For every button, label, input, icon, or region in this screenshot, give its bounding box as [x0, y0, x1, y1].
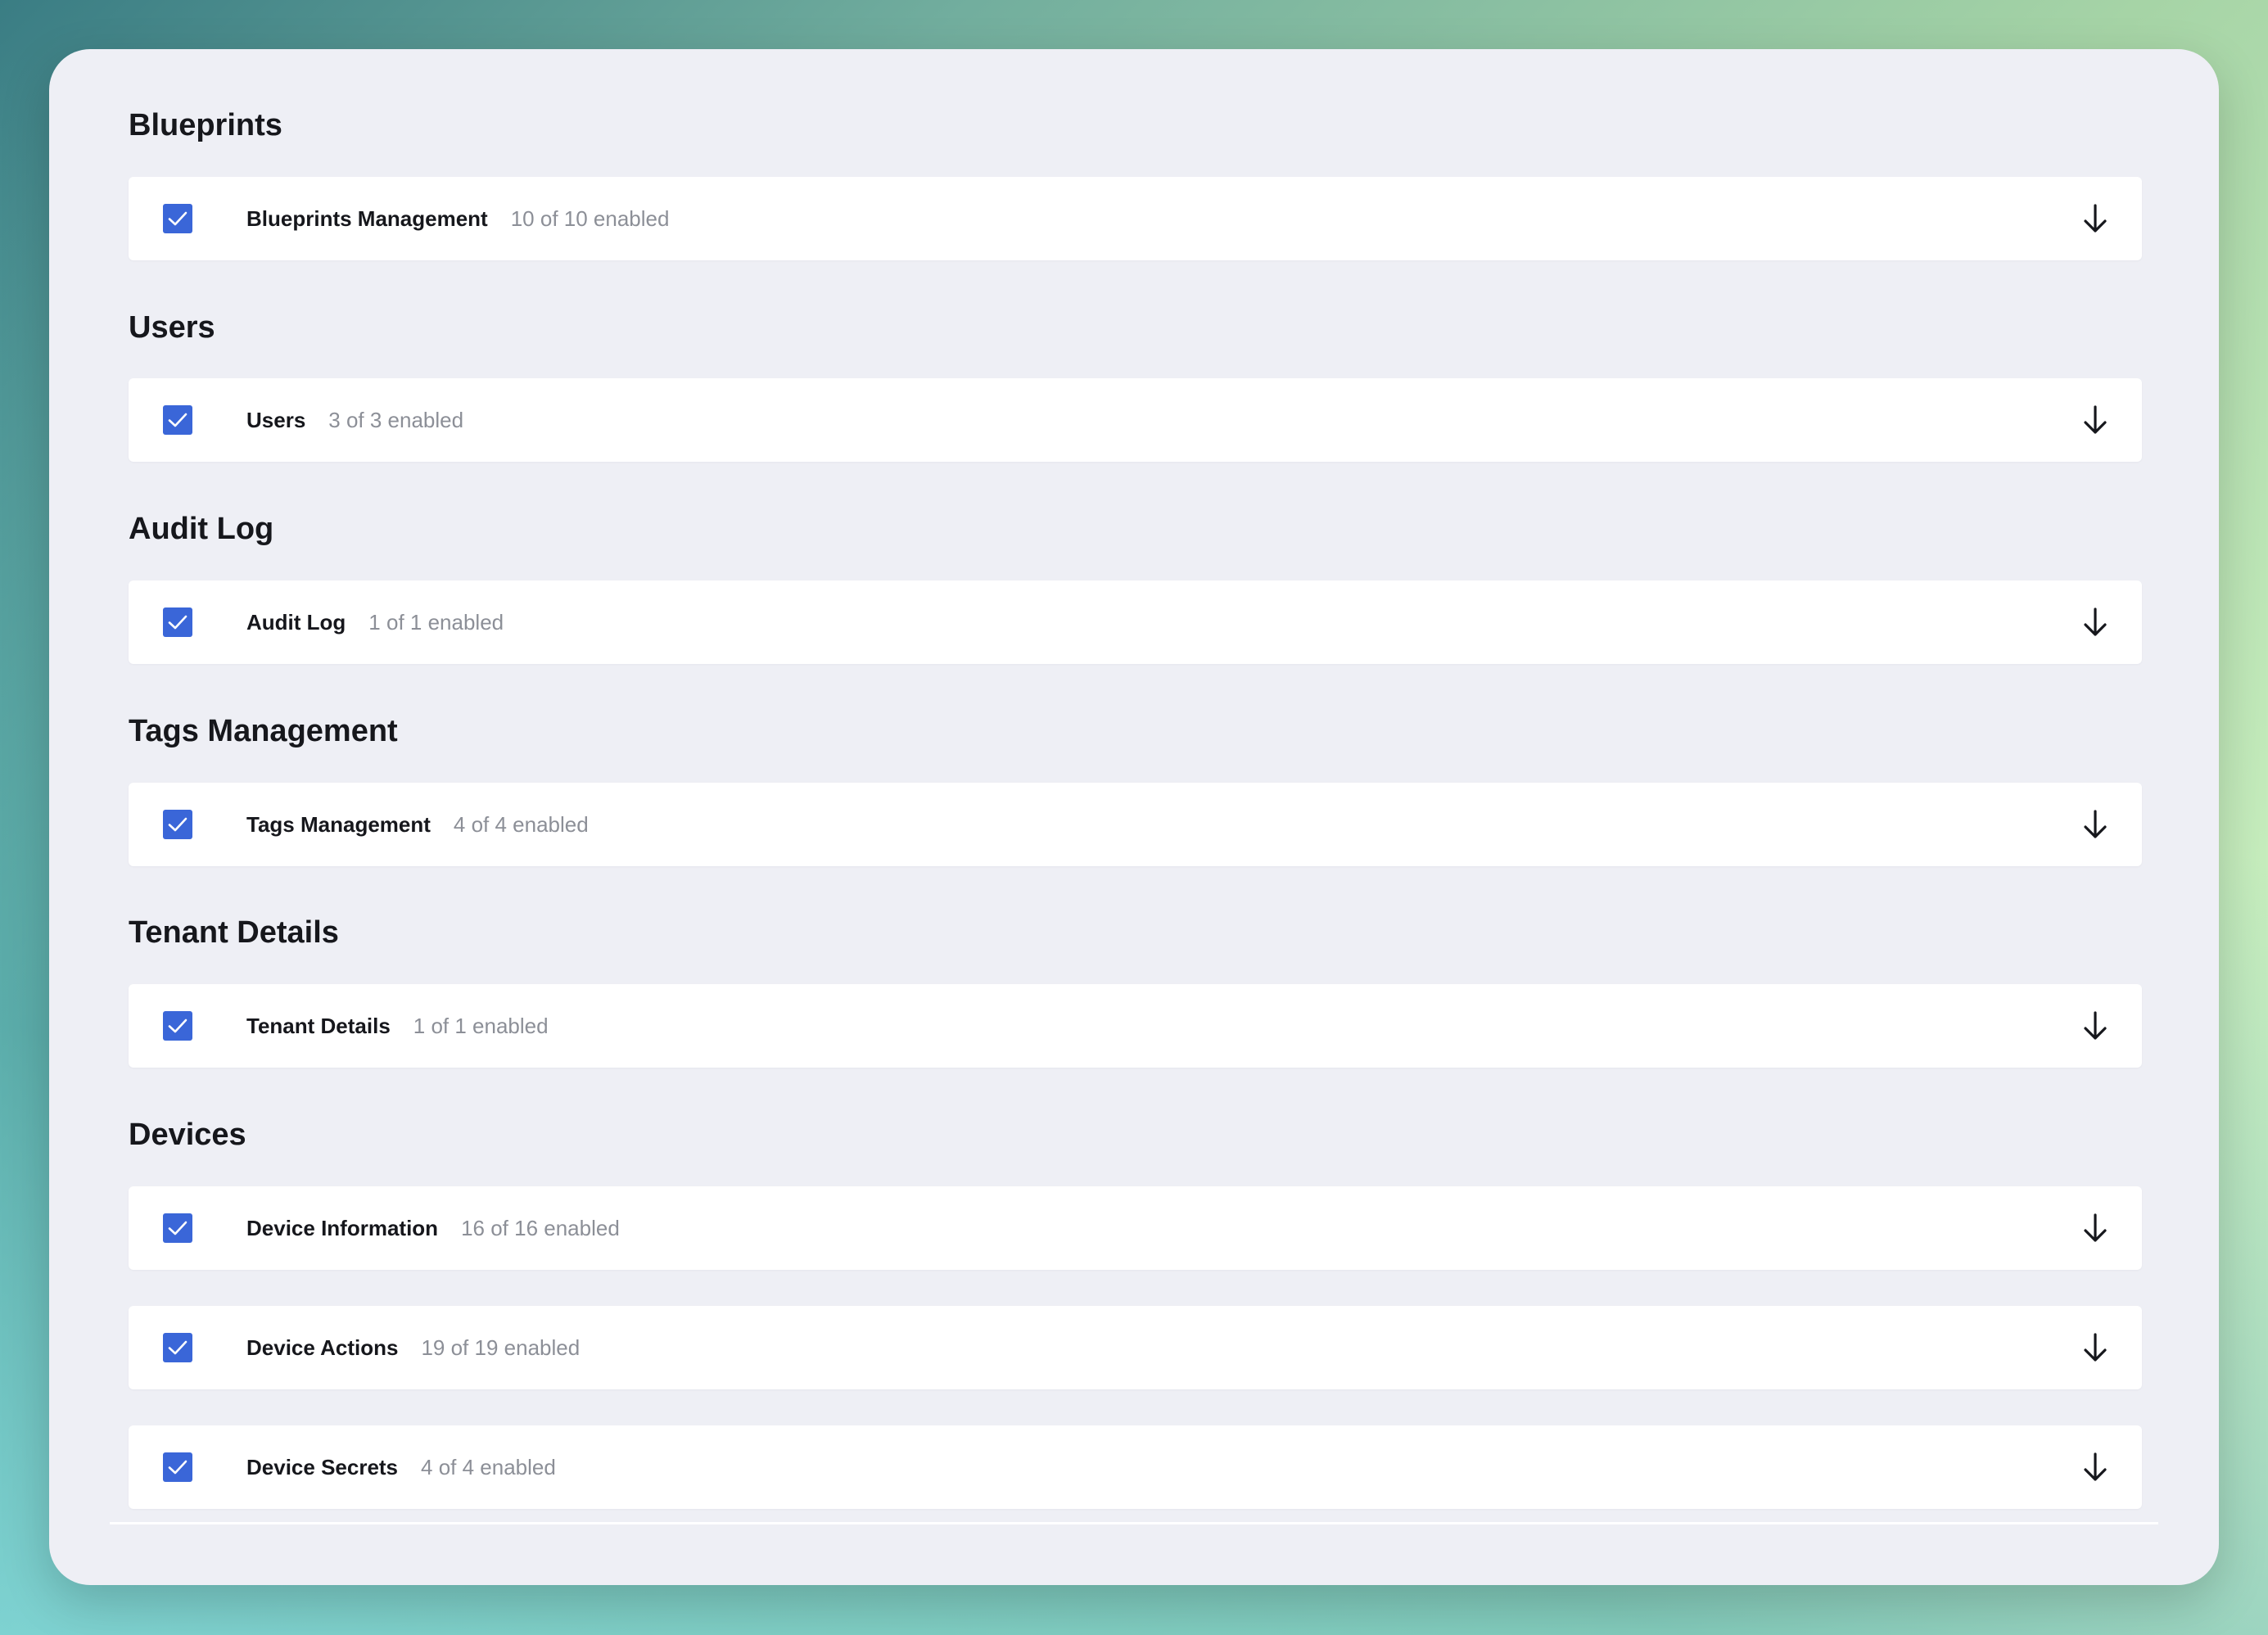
section-title-users: Users — [129, 310, 215, 345]
expand-button[interactable] — [2078, 403, 2112, 437]
checkmark-icon — [168, 1018, 187, 1033]
permission-row-audit-log: Audit Log 1 of 1 enabled — [129, 580, 2142, 664]
section-title-blueprints: Blueprints — [129, 108, 282, 142]
checkmark-icon — [168, 817, 187, 832]
checkmark-icon — [168, 1340, 187, 1355]
section-title-audit-log: Audit Log — [129, 512, 274, 546]
expand-button[interactable] — [2078, 1330, 2112, 1365]
permission-row-users: Users 3 of 3 enabled — [129, 378, 2142, 462]
permission-row-device-actions: Device Actions 19 of 19 enabled — [129, 1306, 2142, 1389]
permission-count: 4 of 4 enabled — [453, 812, 589, 837]
section-title-devices: Devices — [129, 1118, 246, 1152]
checkmark-icon — [168, 211, 187, 226]
arrow-down-icon — [2084, 1213, 2107, 1242]
permission-checkbox[interactable] — [163, 1452, 192, 1482]
arrow-down-icon — [2084, 405, 2107, 434]
checkmark-icon — [168, 615, 187, 630]
arrow-down-icon — [2084, 810, 2107, 838]
arrow-down-icon — [2084, 1011, 2107, 1040]
bottom-divider — [110, 1522, 2158, 1524]
permission-count: 16 of 16 enabled — [461, 1216, 620, 1240]
checkmark-icon — [168, 413, 187, 427]
permissions-panel: Blueprints Blueprints Management 10 of 1… — [49, 49, 2219, 1585]
permission-checkbox[interactable] — [163, 1213, 192, 1243]
expand-button[interactable] — [2078, 201, 2112, 236]
permission-checkbox[interactable] — [163, 1333, 192, 1362]
checkmark-icon — [168, 1221, 187, 1235]
permission-label: Tags Management — [246, 812, 431, 837]
permission-checkbox[interactable] — [163, 810, 192, 839]
permission-label: Device Secrets — [246, 1455, 399, 1479]
permission-row-tags-management: Tags Management 4 of 4 enabled — [129, 783, 2142, 866]
section-title-tenant-details: Tenant Details — [129, 915, 339, 950]
permission-checkbox[interactable] — [163, 607, 192, 637]
permission-label: Blueprints Management — [246, 206, 488, 231]
expand-button[interactable] — [2078, 1009, 2112, 1043]
checkmark-icon — [168, 1460, 187, 1475]
permission-label: Audit Log — [246, 610, 346, 635]
expand-button[interactable] — [2078, 807, 2112, 842]
expand-button[interactable] — [2078, 1450, 2112, 1484]
expand-button[interactable] — [2078, 1211, 2112, 1245]
permission-count: 3 of 3 enabled — [328, 408, 464, 432]
arrow-down-icon — [2084, 1452, 2107, 1481]
arrow-down-icon — [2084, 607, 2107, 636]
expand-button[interactable] — [2078, 605, 2112, 639]
section-title-tags-management: Tags Management — [129, 714, 398, 748]
arrow-down-icon — [2084, 1333, 2107, 1362]
permission-label: Users — [246, 408, 306, 432]
permission-checkbox[interactable] — [163, 1011, 192, 1041]
permission-count: 1 of 1 enabled — [413, 1014, 549, 1038]
permission-label: Device Information — [246, 1216, 439, 1240]
permission-row-tenant-details: Tenant Details 1 of 1 enabled — [129, 984, 2142, 1068]
permission-row-device-information: Device Information 16 of 16 enabled — [129, 1186, 2142, 1270]
permission-row-device-secrets: Device Secrets 4 of 4 enabled — [129, 1425, 2142, 1509]
permission-label: Tenant Details — [246, 1014, 391, 1038]
permission-count: 19 of 19 enabled — [421, 1335, 581, 1360]
permission-checkbox[interactable] — [163, 405, 192, 435]
permission-count: 4 of 4 enabled — [421, 1455, 556, 1479]
permission-count: 10 of 10 enabled — [510, 206, 670, 231]
permission-row-blueprints-management: Blueprints Management 10 of 10 enabled — [129, 177, 2142, 260]
permission-label: Device Actions — [246, 1335, 399, 1360]
permission-count: 1 of 1 enabled — [368, 610, 504, 635]
arrow-down-icon — [2084, 204, 2107, 233]
permission-checkbox[interactable] — [163, 204, 192, 233]
